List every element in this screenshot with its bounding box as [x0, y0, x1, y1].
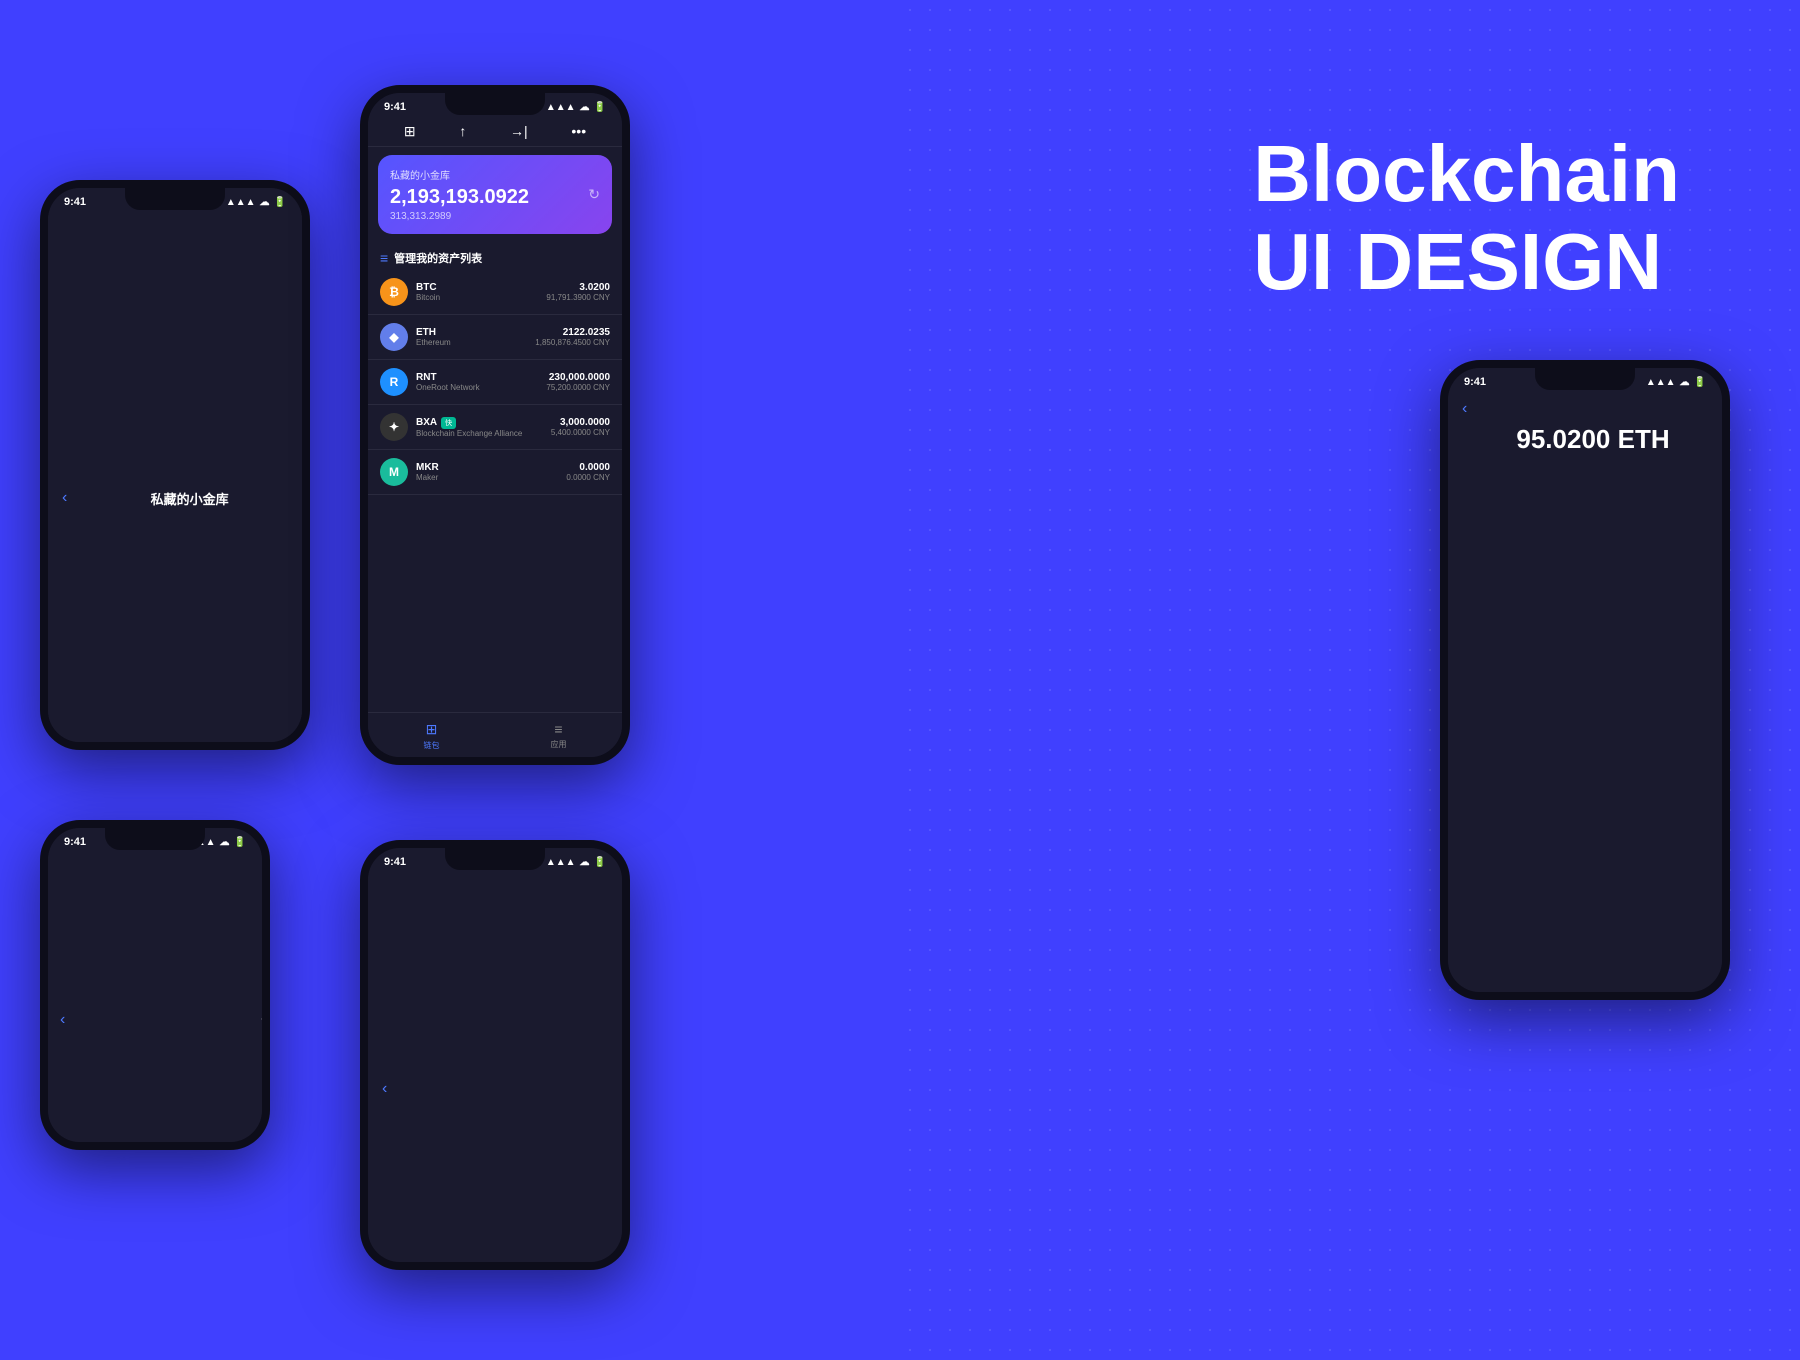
asset-row-btc[interactable]: ₿ BTC Bitcoin 3.0200 91,791.3900 CNY: [368, 270, 622, 315]
hero-title: Blockchain UI DESIGN: [1253, 130, 1680, 306]
back-button[interactable]: ‹: [60, 1011, 65, 1029]
share-button[interactable]: ↑: [260, 1013, 262, 1027]
phone-notch: [445, 848, 545, 870]
more-button[interactable]: •••: [571, 123, 586, 140]
nav-apps[interactable]: ≡ 应用: [551, 721, 567, 751]
asset-row-mkr[interactable]: M MKR Maker 0.0000 0.0000 CNY: [368, 450, 622, 495]
wallet-card: 私藏的小金库 2,193,193.0922 ↻ 313,313.2989: [378, 155, 612, 234]
apps-nav-icon: ≡: [554, 721, 562, 737]
bottom-nav[interactable]: ⊞ 链包 ≡ 应用: [368, 712, 622, 757]
phone-asset-list: 9:41 ▲▲▲☁🔋 ⊞ ↑ →| ••• 私藏的小金库 2,193,193.0…: [360, 85, 630, 765]
asset-row-rnt[interactable]: R RNT OneRoot Network 230,000.0000 75,20…: [368, 360, 622, 405]
wallet-nav-icon: ⊞: [426, 721, 438, 738]
exit-button[interactable]: →|: [510, 123, 528, 140]
back-button[interactable]: ‹: [62, 489, 67, 507]
confirm-header: ‹: [368, 872, 622, 1262]
phone-notch: [125, 188, 225, 210]
share-button[interactable]: ↑: [459, 123, 466, 140]
asset-list-title: ≡ 管理我的资产列表: [368, 242, 622, 270]
transfer-header: ‹ ↑: [48, 852, 262, 1142]
phone-notch: [1535, 368, 1635, 390]
bxa-icon: ✦: [380, 413, 408, 441]
hero-line2: UI DESIGN: [1253, 218, 1680, 306]
header-bar: ‹ 私藏的小金库: [48, 212, 302, 742]
refresh-icon[interactable]: ↻: [588, 186, 600, 203]
wallet-card-title: 私藏的小金库: [390, 167, 600, 182]
phone-transfer-detail: 9:41 ▲▲▲☁🔋 ‹ ↑ 转账详情 状态 成功 总金额 12.0000 ET…: [40, 820, 270, 1150]
wallet-title: 私藏的小金库: [75, 489, 302, 508]
asset-row-eth[interactable]: ◆ ETH Ethereum 2122.0235 1,850,876.4500 …: [368, 315, 622, 360]
phone-notch: [445, 93, 545, 115]
back-button[interactable]: ‹: [1462, 400, 1467, 418]
back-button[interactable]: ‹: [382, 1080, 387, 1098]
eth-amount: 95.0200 ETH: [1448, 404, 1722, 992]
mkr-icon: M: [380, 458, 408, 486]
phone-portfolio: 9:41 ▲▲▲☁🔋 ‹ 私藏的小金库 2018/06/06 00:00 ~ 2…: [40, 180, 310, 750]
eth-icon: ◆: [380, 323, 408, 351]
fast-badge: 快: [441, 417, 456, 429]
rnt-icon: R: [380, 368, 408, 396]
nav-wallet[interactable]: ⊞ 链包: [424, 721, 440, 751]
scan-button[interactable]: ⊞: [404, 123, 416, 140]
eth-header: ‹: [1448, 392, 1722, 404]
toolbar[interactable]: ⊞ ↑ →| •••: [368, 117, 622, 147]
phone-notch: [105, 828, 205, 850]
hero-line1: Blockchain: [1253, 130, 1680, 218]
list-icon: ≡: [380, 250, 388, 266]
btc-icon: ₿: [380, 278, 408, 306]
wallet-amount: 2,193,193.0922: [390, 186, 529, 209]
phone-eth-detail: 9:41 ▲▲▲☁🔋 ‹ 95.0200 ETH 68,025.7682 CNY…: [1440, 360, 1730, 1000]
phone-mnemonic: 9:41 ▲▲▲☁🔋 ‹ 确认助记词 high made precision 8…: [360, 840, 630, 1270]
wallet-sub: 313,313.2989: [390, 211, 600, 222]
asset-row-bxa[interactable]: ✦ BXA 快 Blockchain Exchange Alliance 3,0…: [368, 405, 622, 450]
